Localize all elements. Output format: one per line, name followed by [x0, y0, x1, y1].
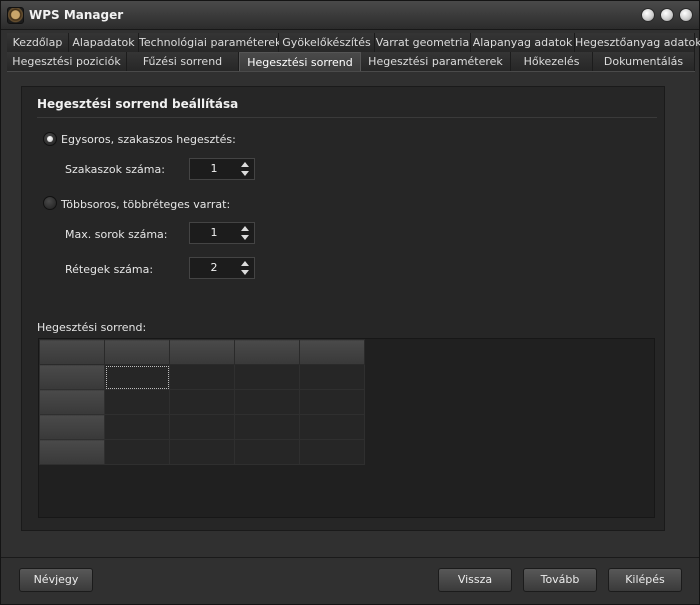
- radio-egysoros[interactable]: [43, 132, 57, 146]
- grid-column-header[interactable]: [234, 339, 300, 365]
- tab-hegesztesi-sorrend[interactable]: Hegesztési sorrend: [239, 52, 361, 72]
- tab-alapadatok[interactable]: Alapadatok: [69, 33, 139, 53]
- grid-cell[interactable]: [299, 389, 365, 415]
- sequence-grid[interactable]: [39, 339, 365, 465]
- tab-dokumentalas[interactable]: Dokumentálás: [593, 52, 695, 72]
- grid-cell[interactable]: [169, 439, 235, 465]
- grid-cell[interactable]: [299, 439, 365, 465]
- grid-cell[interactable]: [104, 439, 170, 465]
- window-title: WPS Manager: [29, 8, 124, 22]
- tab-kezdolap[interactable]: Kezdőlap: [7, 33, 69, 53]
- wps-app-icon: [7, 7, 24, 24]
- radio-egysoros-label: Egysoros, szakaszos hegesztés:: [61, 133, 236, 146]
- grid-cell[interactable]: [169, 414, 235, 440]
- retegek-szama-label: Rétegek száma:: [65, 263, 154, 276]
- grid-row-header[interactable]: [39, 439, 105, 465]
- title-bar[interactable]: WPS Manager: [1, 1, 699, 30]
- tab-technologiai-parameterek[interactable]: Technológiai paraméterek: [139, 33, 281, 53]
- tab-hegesztesi-poziciok[interactable]: Hegesztési poziciók: [7, 52, 127, 72]
- spinner-arrows-icon[interactable]: [239, 259, 251, 277]
- max-sorok-szama-spinner[interactable]: 1: [189, 222, 255, 244]
- szakaszok-szama-label: Szakaszok száma:: [65, 163, 165, 176]
- grid-cell[interactable]: [234, 439, 300, 465]
- tab-hokezeles[interactable]: Hőkezelés: [511, 52, 593, 72]
- tab-hegesztesi-parameterek[interactable]: Hegesztési paraméterek: [361, 52, 511, 72]
- grid-cell[interactable]: [234, 414, 300, 440]
- grid-cell[interactable]: [104, 364, 170, 390]
- back-button[interactable]: Vissza: [438, 568, 512, 592]
- grid-corner-cell[interactable]: [39, 339, 105, 365]
- grid-header-row: [39, 339, 365, 365]
- grid-row-header[interactable]: [39, 389, 105, 415]
- grid-cell[interactable]: [299, 414, 365, 440]
- tab-fuzesi-sorrend[interactable]: Fűzési sorrend: [127, 52, 239, 72]
- retegek-szama-value[interactable]: 2: [190, 261, 238, 274]
- next-button[interactable]: Tovább: [523, 568, 597, 592]
- tab-hegesztoanyag-adatok[interactable]: Hegesztőanyag adatok: [575, 33, 700, 53]
- spinner-arrows-icon[interactable]: [239, 224, 251, 242]
- minimize-button[interactable]: [641, 8, 655, 22]
- main-window: WPS Manager Kezdőlap Alapadatok Technoló…: [0, 0, 700, 605]
- grid-column-header[interactable]: [104, 339, 170, 365]
- tab-row-2: Hegesztési poziciók Fűzési sorrend Heges…: [7, 52, 695, 72]
- grid-cell[interactable]: [234, 364, 300, 390]
- max-sorok-szama-value[interactable]: 1: [190, 226, 238, 239]
- tab-alapanyag-adatok[interactable]: Alapanyag adatok: [471, 33, 575, 53]
- grid-row: [39, 364, 365, 390]
- retegek-szama-spinner[interactable]: 2: [189, 257, 255, 279]
- about-button[interactable]: Névjegy: [19, 568, 93, 592]
- szakaszok-szama-value[interactable]: 1: [190, 162, 238, 175]
- exit-button[interactable]: Kilépés: [608, 568, 682, 592]
- grid-column-header[interactable]: [169, 339, 235, 365]
- grid-label: Hegesztési sorrend:: [37, 321, 147, 334]
- grid-row-header[interactable]: [39, 414, 105, 440]
- close-button[interactable]: [679, 8, 693, 22]
- grid-cell[interactable]: [299, 364, 365, 390]
- maximize-button[interactable]: [660, 8, 674, 22]
- grid-row: [39, 389, 365, 415]
- grid-cell[interactable]: [169, 364, 235, 390]
- grid-row: [39, 414, 365, 440]
- grid-column-header[interactable]: [299, 339, 365, 365]
- spinner-arrows-icon[interactable]: [239, 160, 251, 178]
- tab-row-1: Kezdőlap Alapadatok Technológiai paramét…: [7, 33, 700, 53]
- max-sorok-szama-label: Max. sorok száma:: [65, 228, 168, 241]
- grid-cell[interactable]: [104, 389, 170, 415]
- grid-row: [39, 439, 365, 465]
- grid-row-header[interactable]: [39, 364, 105, 390]
- tab-underline: [7, 71, 695, 72]
- bottom-divider: [1, 557, 699, 558]
- panel-divider: [37, 117, 657, 118]
- grid-cell[interactable]: [169, 389, 235, 415]
- radio-tobbsoros[interactable]: [43, 196, 57, 210]
- radio-tobbsoros-label: Többsoros, többréteges varrat:: [61, 198, 231, 211]
- szakaszok-szama-spinner[interactable]: 1: [189, 158, 255, 180]
- tab-gyokelokeszites[interactable]: Gyökelőkészítés: [279, 33, 375, 53]
- panel-title: Hegesztési sorrend beállítása: [37, 97, 239, 111]
- tab-varrat-geometria[interactable]: Varrat geometria: [375, 33, 471, 53]
- grid-cell[interactable]: [104, 414, 170, 440]
- grid-cell[interactable]: [234, 389, 300, 415]
